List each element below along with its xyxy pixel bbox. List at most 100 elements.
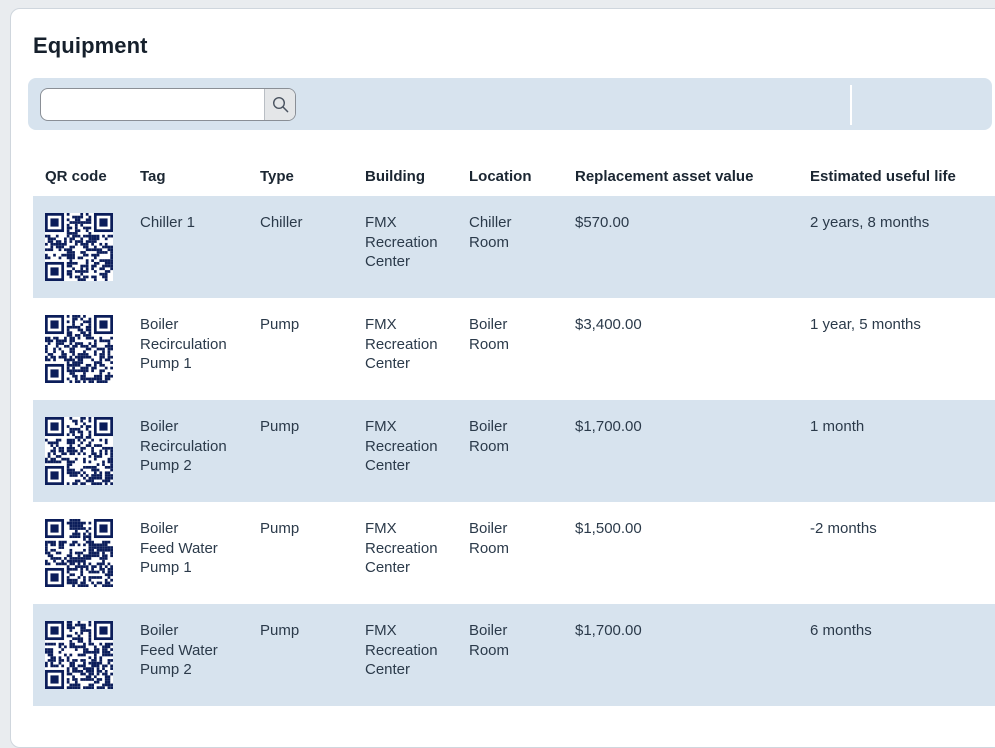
tag-line: Feed Water <box>140 641 218 659</box>
location-line: Room <box>469 539 510 557</box>
type-cell: Pump <box>248 604 353 706</box>
table-row[interactable]: Boiler Feed Water Pump 1 Pump FMX Recreatio… <box>33 502 995 604</box>
column-header-type[interactable]: Type <box>248 156 353 196</box>
tag-line: Boiler <box>140 622 179 639</box>
building-line: Recreation <box>365 539 438 557</box>
location-line: Room <box>469 641 510 659</box>
location-line: Boiler <box>469 316 508 333</box>
qr-code-cell <box>33 298 128 400</box>
tag-line: Boiler <box>140 316 179 333</box>
building-line: FMX <box>365 418 397 435</box>
equipment-table: QR code Tag Type Building Location Repla… <box>33 156 995 706</box>
column-header-tag[interactable]: Tag <box>128 156 248 196</box>
tag-cell[interactable]: Boiler Feed Water Pump 1 <box>128 502 248 604</box>
search-box <box>40 88 296 121</box>
toolbar <box>28 78 992 130</box>
tag-line: Recirculation <box>140 437 227 455</box>
tag-line: Boiler <box>140 520 179 537</box>
table-row[interactable]: Boiler Feed Water Pump 2 Pump FMX Recreatio… <box>33 604 995 706</box>
building-line: Recreation <box>365 641 438 659</box>
type-cell: Pump <box>248 502 353 604</box>
qr-code-icon <box>45 315 113 383</box>
type-cell: Pump <box>248 298 353 400</box>
tag-cell[interactable]: Boiler Recirculation Pump 1 <box>128 298 248 400</box>
column-header-replacement-asset-value[interactable]: Replacement asset value <box>563 156 798 196</box>
table-row[interactable]: Boiler Recirculation Pump 1 Pump FMX Recrea… <box>33 298 995 400</box>
tag-line: Recirculation <box>140 335 227 353</box>
building-cell: FMX Recreation Center <box>353 400 457 502</box>
type-cell: Pump <box>248 400 353 502</box>
replacement-value-cell: $1,700.00 <box>563 400 798 502</box>
location-line: Room <box>469 437 510 455</box>
location-line: Room <box>469 335 510 353</box>
column-header-building[interactable]: Building <box>353 156 457 196</box>
table-row[interactable]: Boiler Recirculation Pump 2 Pump FMX Recrea… <box>33 400 995 502</box>
useful-life-cell: 6 months <box>798 604 995 706</box>
location-cell: Boiler Room <box>457 502 563 604</box>
replacement-value-cell: $570.00 <box>563 196 798 298</box>
search-icon <box>272 96 288 113</box>
tag-line: Pump 1 <box>140 355 192 372</box>
building-line: Recreation <box>365 233 438 251</box>
replacement-value-cell: $1,700.00 <box>563 604 798 706</box>
page-title: Equipment <box>33 33 148 58</box>
building-line: FMX <box>365 214 397 231</box>
location-cell: Boiler Room <box>457 400 563 502</box>
location-line: Boiler <box>469 622 508 639</box>
qr-code-icon <box>45 519 113 587</box>
useful-life-cell: 1 year, 5 months <box>798 298 995 400</box>
qr-code-cell <box>33 502 128 604</box>
location-cell: Boiler Room <box>457 298 563 400</box>
tag-line: Feed Water <box>140 539 218 557</box>
qr-code-cell <box>33 604 128 706</box>
building-line: FMX <box>365 520 397 537</box>
qr-code-cell <box>33 400 128 502</box>
replacement-value-cell: $1,500.00 <box>563 502 798 604</box>
building-line: Center <box>365 661 411 678</box>
building-line: Recreation <box>365 437 438 455</box>
location-cell: Boiler Room <box>457 604 563 706</box>
location-line: Chiller <box>469 214 512 231</box>
building-line: FMX <box>365 316 397 333</box>
tag-cell[interactable]: Boiler Recirculation Pump 2 <box>128 400 248 502</box>
location-line: Room <box>469 233 510 251</box>
location-cell: Chiller Room <box>457 196 563 298</box>
toolbar-divider <box>850 85 852 125</box>
tag-cell[interactable]: Boiler Feed Water Pump 2 <box>128 604 248 706</box>
replacement-value-cell: $3,400.00 <box>563 298 798 400</box>
building-cell: FMX Recreation Center <box>353 298 457 400</box>
location-line: Boiler <box>469 520 508 537</box>
type-cell: Chiller <box>248 196 353 298</box>
useful-life-cell: -2 months <box>798 502 995 604</box>
column-header-qr-code[interactable]: QR code <box>33 156 128 196</box>
building-cell: FMX Recreation Center <box>353 502 457 604</box>
building-line: Center <box>365 355 411 372</box>
qr-code-cell <box>33 196 128 298</box>
useful-life-cell: 2 years, 8 months <box>798 196 995 298</box>
table-row[interactable]: Chiller 1 Chiller FMX Recreation Center Ch… <box>33 196 995 298</box>
tag-cell[interactable]: Chiller 1 <box>128 196 248 298</box>
building-line: FMX <box>365 622 397 639</box>
tag-line: Pump 2 <box>140 661 192 678</box>
building-line: Center <box>365 253 411 270</box>
qr-code-icon <box>45 213 113 281</box>
tag-line: Boiler <box>140 418 179 435</box>
qr-code-icon <box>45 417 113 485</box>
building-line: Recreation <box>365 335 438 353</box>
tag-line: Pump 2 <box>140 457 192 474</box>
column-header-estimated-useful-life[interactable]: Estimated useful life <box>798 156 995 196</box>
building-cell: FMX Recreation Center <box>353 604 457 706</box>
building-cell: FMX Recreation Center <box>353 196 457 298</box>
search-button[interactable] <box>264 89 295 120</box>
tag-line: Pump 1 <box>140 559 192 576</box>
useful-life-cell: 1 month <box>798 400 995 502</box>
table-header-row: QR code Tag Type Building Location Repla… <box>33 156 995 196</box>
building-line: Center <box>365 457 411 474</box>
location-line: Boiler <box>469 418 508 435</box>
equipment-panel: Equipment QR code Tag Type Building Loca… <box>10 8 995 748</box>
qr-code-icon <box>45 621 113 689</box>
tag-line: Chiller 1 <box>140 214 196 231</box>
column-header-location[interactable]: Location <box>457 156 563 196</box>
building-line: Center <box>365 559 411 576</box>
search-input[interactable] <box>41 89 266 120</box>
